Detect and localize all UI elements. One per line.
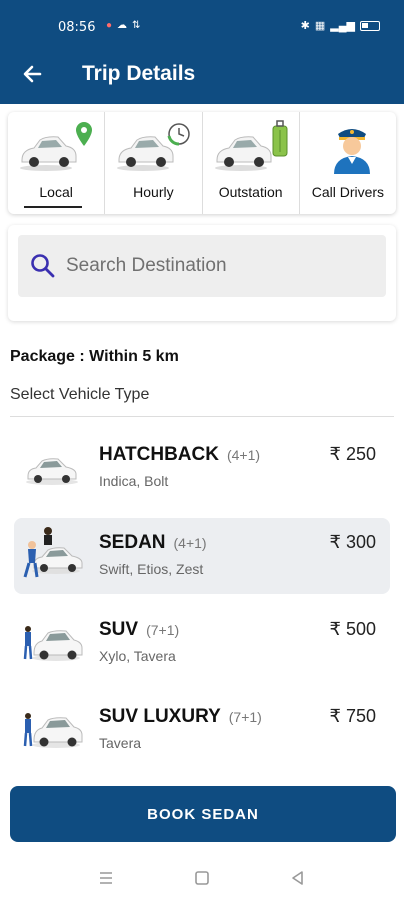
vehicle-name-text: SUV LUXURY — [99, 706, 221, 727]
cloud-icon: ☁ — [117, 20, 133, 31]
system-nav-bar — [0, 856, 404, 900]
tab-label: Local — [39, 184, 73, 200]
search-box[interactable] — [18, 235, 386, 297]
vehicle-name-text: HATCHBACK — [99, 444, 219, 465]
trip-type-tabs: Local Hourly Outstation Call Drivers — [8, 112, 396, 214]
battery-icon — [360, 20, 380, 31]
vehicle-name: SUV LUXURY (7+1) — [99, 706, 262, 728]
data-icon: ⇅ — [132, 20, 146, 31]
tab-hourly[interactable]: Hourly — [105, 112, 203, 214]
vehicle-models: Tavera — [99, 735, 142, 751]
tab-outstation[interactable]: Outstation — [203, 112, 300, 214]
package-label: Package : Within 5 km — [10, 348, 179, 365]
tab-call-drivers[interactable]: Call Drivers — [300, 112, 396, 214]
vehicle-models: Indica, Bolt — [99, 473, 169, 489]
suv-car-icon — [23, 626, 83, 661]
book-button[interactable]: BOOK SEDAN — [10, 786, 396, 842]
car-clock-icon — [117, 123, 190, 171]
sim-icon: ● — [106, 20, 118, 31]
car-location-pin-icon — [20, 122, 92, 171]
tab-label: Outstation — [218, 184, 283, 200]
vehicle-capacity: (7+1) — [228, 709, 262, 725]
vehicle-option-sedan[interactable]: SEDAN (4+1) Swift, Etios, Zest ₹ 300 — [14, 518, 390, 594]
vehicle-models: Xylo, Tavera — [99, 648, 176, 664]
vehicle-option-suv-luxury[interactable]: SUV LUXURY (7+1) Tavera ₹ 750 — [14, 692, 390, 768]
vehicle-models: Swift, Etios, Zest — [99, 561, 204, 577]
vehicle-name-text: SEDAN — [99, 532, 166, 553]
vehicle-option-suv[interactable]: SUV (7+1) Xylo, Tavera ₹ 500 — [14, 605, 390, 681]
tab-local[interactable]: Local — [8, 112, 106, 214]
vehicle-capacity: (7+1) — [146, 622, 180, 638]
driver-cap-icon — [333, 129, 370, 174]
suv-luxury-car-icon — [23, 713, 83, 748]
vehicle-price: ₹ 750 — [329, 706, 377, 726]
search-destination-input[interactable] — [66, 247, 366, 285]
status-time: 08:56 — [58, 20, 96, 35]
select-vehicle-label: Select Vehicle Type — [10, 386, 150, 403]
hatchback-car-icon — [26, 458, 78, 485]
vehicle-price: ₹ 300 — [329, 532, 377, 552]
vehicle-capacity: (4+1) — [173, 535, 207, 551]
menu-icon[interactable] — [94, 866, 118, 890]
tab-label: Call Drivers — [311, 184, 385, 200]
active-tab-indicator — [24, 206, 82, 208]
sedan-with-driver-icon — [23, 527, 83, 578]
vehicle-name: SEDAN (4+1) — [99, 532, 207, 554]
status-bar: 08:56 ●☁⇅ ✱ ▦ ▂▄▆ — [0, 14, 404, 40]
search-card — [8, 225, 396, 321]
status-right-icons: ✱ ▦ ▂▄▆ — [301, 19, 380, 32]
back-triangle-icon[interactable] — [286, 866, 310, 890]
vehicle-capacity: (4+1) — [226, 447, 261, 463]
status-left-icons: ●☁⇅ — [106, 20, 145, 31]
search-icon — [31, 254, 55, 278]
vehicle-option-hatchback[interactable]: HATCHBACK (4+1) Indica, Bolt ₹ 250 — [14, 430, 390, 506]
vehicle-name: HATCHBACK (4+1) — [99, 444, 260, 466]
vehicle-name: SUV (7+1) — [99, 619, 179, 641]
top-bar: 08:56 ●☁⇅ ✱ ▦ ▂▄▆ Trip Details — [0, 0, 404, 104]
hd-icon: ▦ — [314, 20, 326, 32]
back-button[interactable] — [18, 58, 50, 90]
vehicle-name-text: SUV — [99, 619, 139, 640]
home-square-icon[interactable] — [190, 866, 214, 890]
car-luggage-icon — [214, 120, 287, 171]
divider — [10, 416, 394, 417]
vehicle-price: ₹ 500 — [329, 619, 377, 639]
bluetooth-icon: ✱ — [300, 20, 310, 32]
vehicle-price: ₹ 250 — [329, 444, 377, 464]
signal-icon: ▂▄▆ — [330, 20, 355, 32]
arrow-left-icon — [23, 65, 42, 83]
page-title: Trip Details — [82, 62, 196, 85]
tab-label: Hourly — [133, 184, 174, 200]
